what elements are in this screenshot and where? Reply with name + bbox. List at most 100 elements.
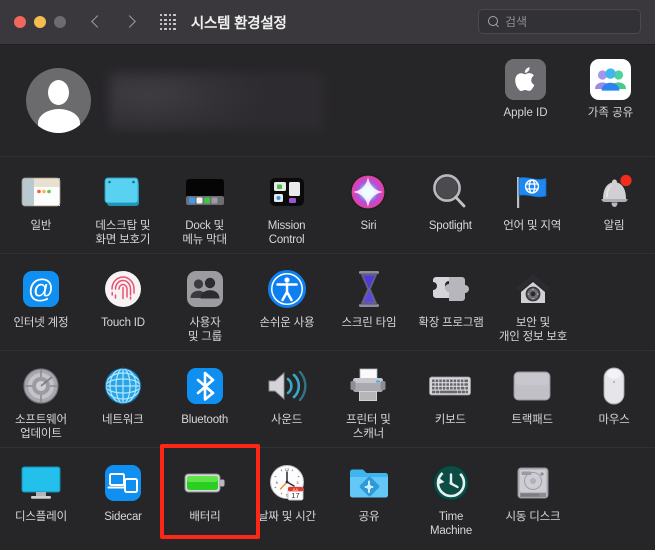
pref-item-battery[interactable]: 배터리 <box>164 460 246 538</box>
account-name-redacted <box>109 71 324 130</box>
pref-label: 알림 <box>603 220 625 232</box>
grid-dots-icon[interactable] <box>160 14 176 30</box>
pref-label: 디스플레이 <box>15 511 67 523</box>
trackpad-icon <box>513 365 551 407</box>
account-banner[interactable]: Apple ID 가족 공유 <box>0 45 655 157</box>
mouse-icon <box>603 365 625 407</box>
pref-item-spotlight[interactable]: Spotlight <box>409 169 491 247</box>
screen-time-hourglass-icon <box>354 268 384 310</box>
apple-id-label: Apple ID <box>503 107 548 119</box>
pref-item-mission-control[interactable]: Mission Control <box>246 169 328 247</box>
search-icon <box>488 16 499 27</box>
pref-row-2: @ 인터넷 계정 Touch ID 사용자 및 그룹 손쉬운 사용 스크린 타임… <box>0 254 655 351</box>
pref-label: Touch ID <box>101 317 145 329</box>
family-sharing-label: 가족 공유 <box>587 107 634 119</box>
pref-label: 보안 및 개인 정보 보호 <box>498 317 568 343</box>
pref-label: 시동 디스크 <box>505 511 561 523</box>
zoom-button[interactable] <box>54 16 66 28</box>
keyboard-icon <box>429 365 472 407</box>
software-update-gear-icon <box>22 365 60 407</box>
pref-label: 날짜 및 시간 <box>258 511 316 523</box>
back-button[interactable] <box>86 12 106 32</box>
window-titlebar: 시스템 환경설정 검색 <box>0 0 655 45</box>
pref-label: 배터리 <box>189 511 221 523</box>
pref-item-sound[interactable]: 사운드 <box>246 363 328 441</box>
apple-logo-icon <box>505 59 546 100</box>
bluetooth-icon <box>186 365 224 407</box>
pref-item-mouse[interactable]: 마우스 <box>573 363 655 441</box>
pref-item-siri[interactable]: Siri <box>328 169 410 247</box>
forward-button[interactable] <box>122 12 142 32</box>
pref-label: Siri <box>360 220 377 232</box>
pref-item-touch-id[interactable]: Touch ID <box>82 266 164 344</box>
pref-label: 마우스 <box>598 414 630 426</box>
pref-item-screen-time[interactable]: 스크린 타임 <box>328 266 410 344</box>
pref-item-language-region[interactable]: 언어 및 지역 <box>491 169 573 247</box>
date-time-clock-icon: 12 3 69 JUL 17 <box>268 462 306 504</box>
pref-label: 언어 및 지역 <box>503 220 562 232</box>
apple-id-button[interactable]: Apple ID <box>493 59 558 120</box>
users-groups-icon <box>186 268 224 310</box>
pref-item-startup-disk[interactable]: 시동 디스크 <box>492 460 574 538</box>
desktop-screensaver-icon <box>103 171 143 213</box>
search-placeholder: 검색 <box>505 15 528 29</box>
pref-item-displays[interactable]: 디스플레이 <box>0 460 82 538</box>
pref-item-security-privacy[interactable]: 보안 및 개인 정보 보호 <box>492 266 574 344</box>
pref-label: Spotlight <box>428 220 472 232</box>
pref-label: Bluetooth <box>181 414 229 426</box>
pref-item-general[interactable]: 일반 <box>0 169 82 247</box>
pref-label: 소프트웨어 업데이트 <box>14 414 67 440</box>
sharing-folder-icon <box>349 462 389 504</box>
touch-id-fingerprint-icon <box>104 268 142 310</box>
mission-control-icon <box>269 171 305 213</box>
pref-item-bluetooth[interactable]: Bluetooth <box>164 363 246 441</box>
pref-item-desktop-screensaver[interactable]: 데스크탑 및 화면 보호기 <box>82 169 164 247</box>
notifications-bell-icon <box>595 171 633 213</box>
display-monitor-icon <box>21 462 61 504</box>
language-region-flag-icon <box>513 171 551 213</box>
window-controls <box>14 16 66 28</box>
pref-item-software-update[interactable]: 소프트웨어 업데이트 <box>0 363 82 441</box>
pref-row-4: 디스플레이 Sidecar 배터리 12 3 6 9 JUL 17 날짜 및 시… <box>0 444 655 544</box>
pref-item-time-machine[interactable]: Time Machine <box>410 460 492 538</box>
family-sharing-icon <box>590 59 631 100</box>
pref-item-accessibility[interactable]: 손쉬운 사용 <box>246 266 328 344</box>
svg-text:@: @ <box>28 274 54 304</box>
pref-item-extensions[interactable]: 확장 프로그램 <box>410 266 492 344</box>
pref-item-printers-scanners[interactable]: 프린터 및 스캐너 <box>328 363 410 441</box>
dock-menubar-icon <box>185 171 225 213</box>
banner-actions: Apple ID 가족 공유 <box>493 59 643 120</box>
pref-item-users-groups[interactable]: 사용자 및 그룹 <box>164 266 246 344</box>
time-machine-icon <box>432 462 470 504</box>
pref-label: Sidecar <box>104 511 142 523</box>
page-title: 시스템 환경설정 <box>190 15 287 32</box>
spotlight-icon <box>431 171 469 213</box>
family-sharing-button[interactable]: 가족 공유 <box>578 59 643 120</box>
general-window-icon <box>21 171 61 213</box>
avatar-head-shape <box>48 80 69 105</box>
pref-item-notifications[interactable]: 알림 <box>573 169 655 247</box>
pref-label: 데스크탑 및 화면 보호기 <box>95 220 151 246</box>
avatar-body-shape <box>37 109 80 133</box>
pref-label: 스크린 타임 <box>341 317 397 329</box>
pref-item-keyboard[interactable]: 키보드 <box>409 363 491 441</box>
startup-disk-icon <box>516 462 550 504</box>
avatar[interactable] <box>26 68 91 133</box>
close-button[interactable] <box>14 16 26 28</box>
security-privacy-house-icon <box>514 268 552 310</box>
minimize-button[interactable] <box>34 16 46 28</box>
pref-item-sidecar[interactable]: Sidecar <box>82 460 164 538</box>
pref-label: 프린터 및 스캐너 <box>346 414 391 440</box>
search-input[interactable]: 검색 <box>478 9 641 34</box>
pref-label: Dock 및 메뉴 막대 <box>182 220 227 246</box>
pref-label: Time Machine <box>429 511 473 537</box>
pref-item-network[interactable]: 네트워크 <box>82 363 164 441</box>
sound-speaker-icon <box>267 365 307 407</box>
pref-item-sharing[interactable]: 공유 <box>328 460 410 538</box>
pref-item-dock-menubar[interactable]: Dock 및 메뉴 막대 <box>164 169 246 247</box>
pref-item-internet-accounts[interactable]: @ 인터넷 계정 <box>0 266 82 344</box>
pref-row-1: 일반 데스크탑 및 화면 보호기 Dock 및 메뉴 막대 Mission Co… <box>0 157 655 254</box>
pref-item-date-time[interactable]: 12 3 69 JUL 17 날짜 및 시간 <box>246 460 328 538</box>
pref-label: 공유 <box>358 511 380 523</box>
pref-item-trackpad[interactable]: 트랙패드 <box>491 363 573 441</box>
